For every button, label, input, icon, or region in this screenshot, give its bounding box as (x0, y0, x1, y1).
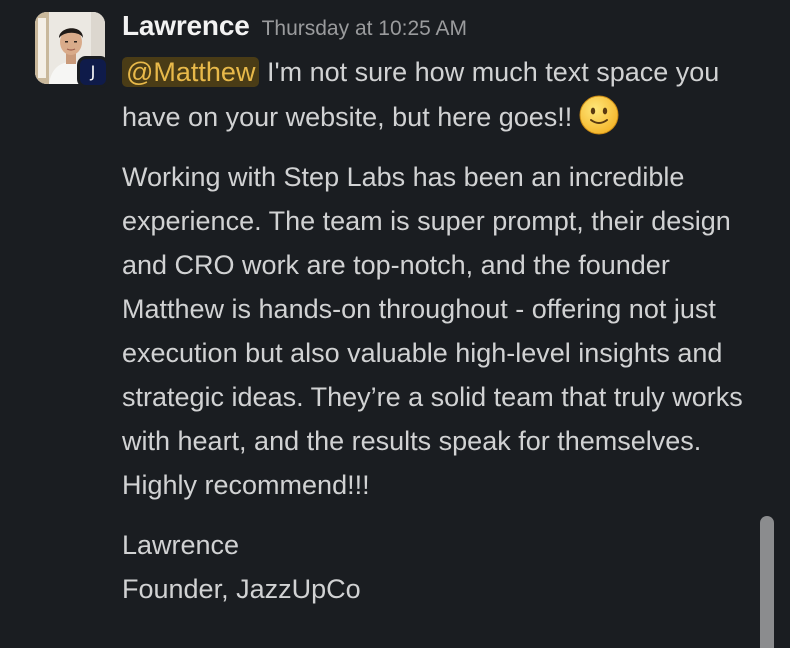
scrollbar[interactable] (760, 0, 776, 648)
intro-paragraph: @Matthew I'm not sure how much text spac… (122, 50, 752, 139)
signature-title: Founder, JazzUpCo (122, 574, 361, 604)
user-mention[interactable]: @Matthew (122, 57, 260, 87)
message-header: Lawrence Thursday at 10:25 AM (122, 10, 467, 42)
sender-name[interactable]: Lawrence (122, 10, 250, 41)
signature-name: Lawrence (122, 530, 240, 560)
workspace-badge: J (77, 56, 109, 88)
avatar-container[interactable]: J (35, 12, 109, 88)
testimonial-paragraph: Working with Step Labs has been an incre… (122, 162, 743, 500)
slightly-smiling-face-icon[interactable] (578, 94, 620, 136)
message-timestamp[interactable]: Thursday at 10:25 AM (262, 17, 467, 40)
message-body: @Matthew I'm not sure how much text spac… (122, 50, 752, 611)
scrollbar-thumb[interactable] (760, 516, 774, 648)
message-item[interactable]: J Lawrence Thursday at 10:25 AM @Matthew … (0, 0, 790, 648)
